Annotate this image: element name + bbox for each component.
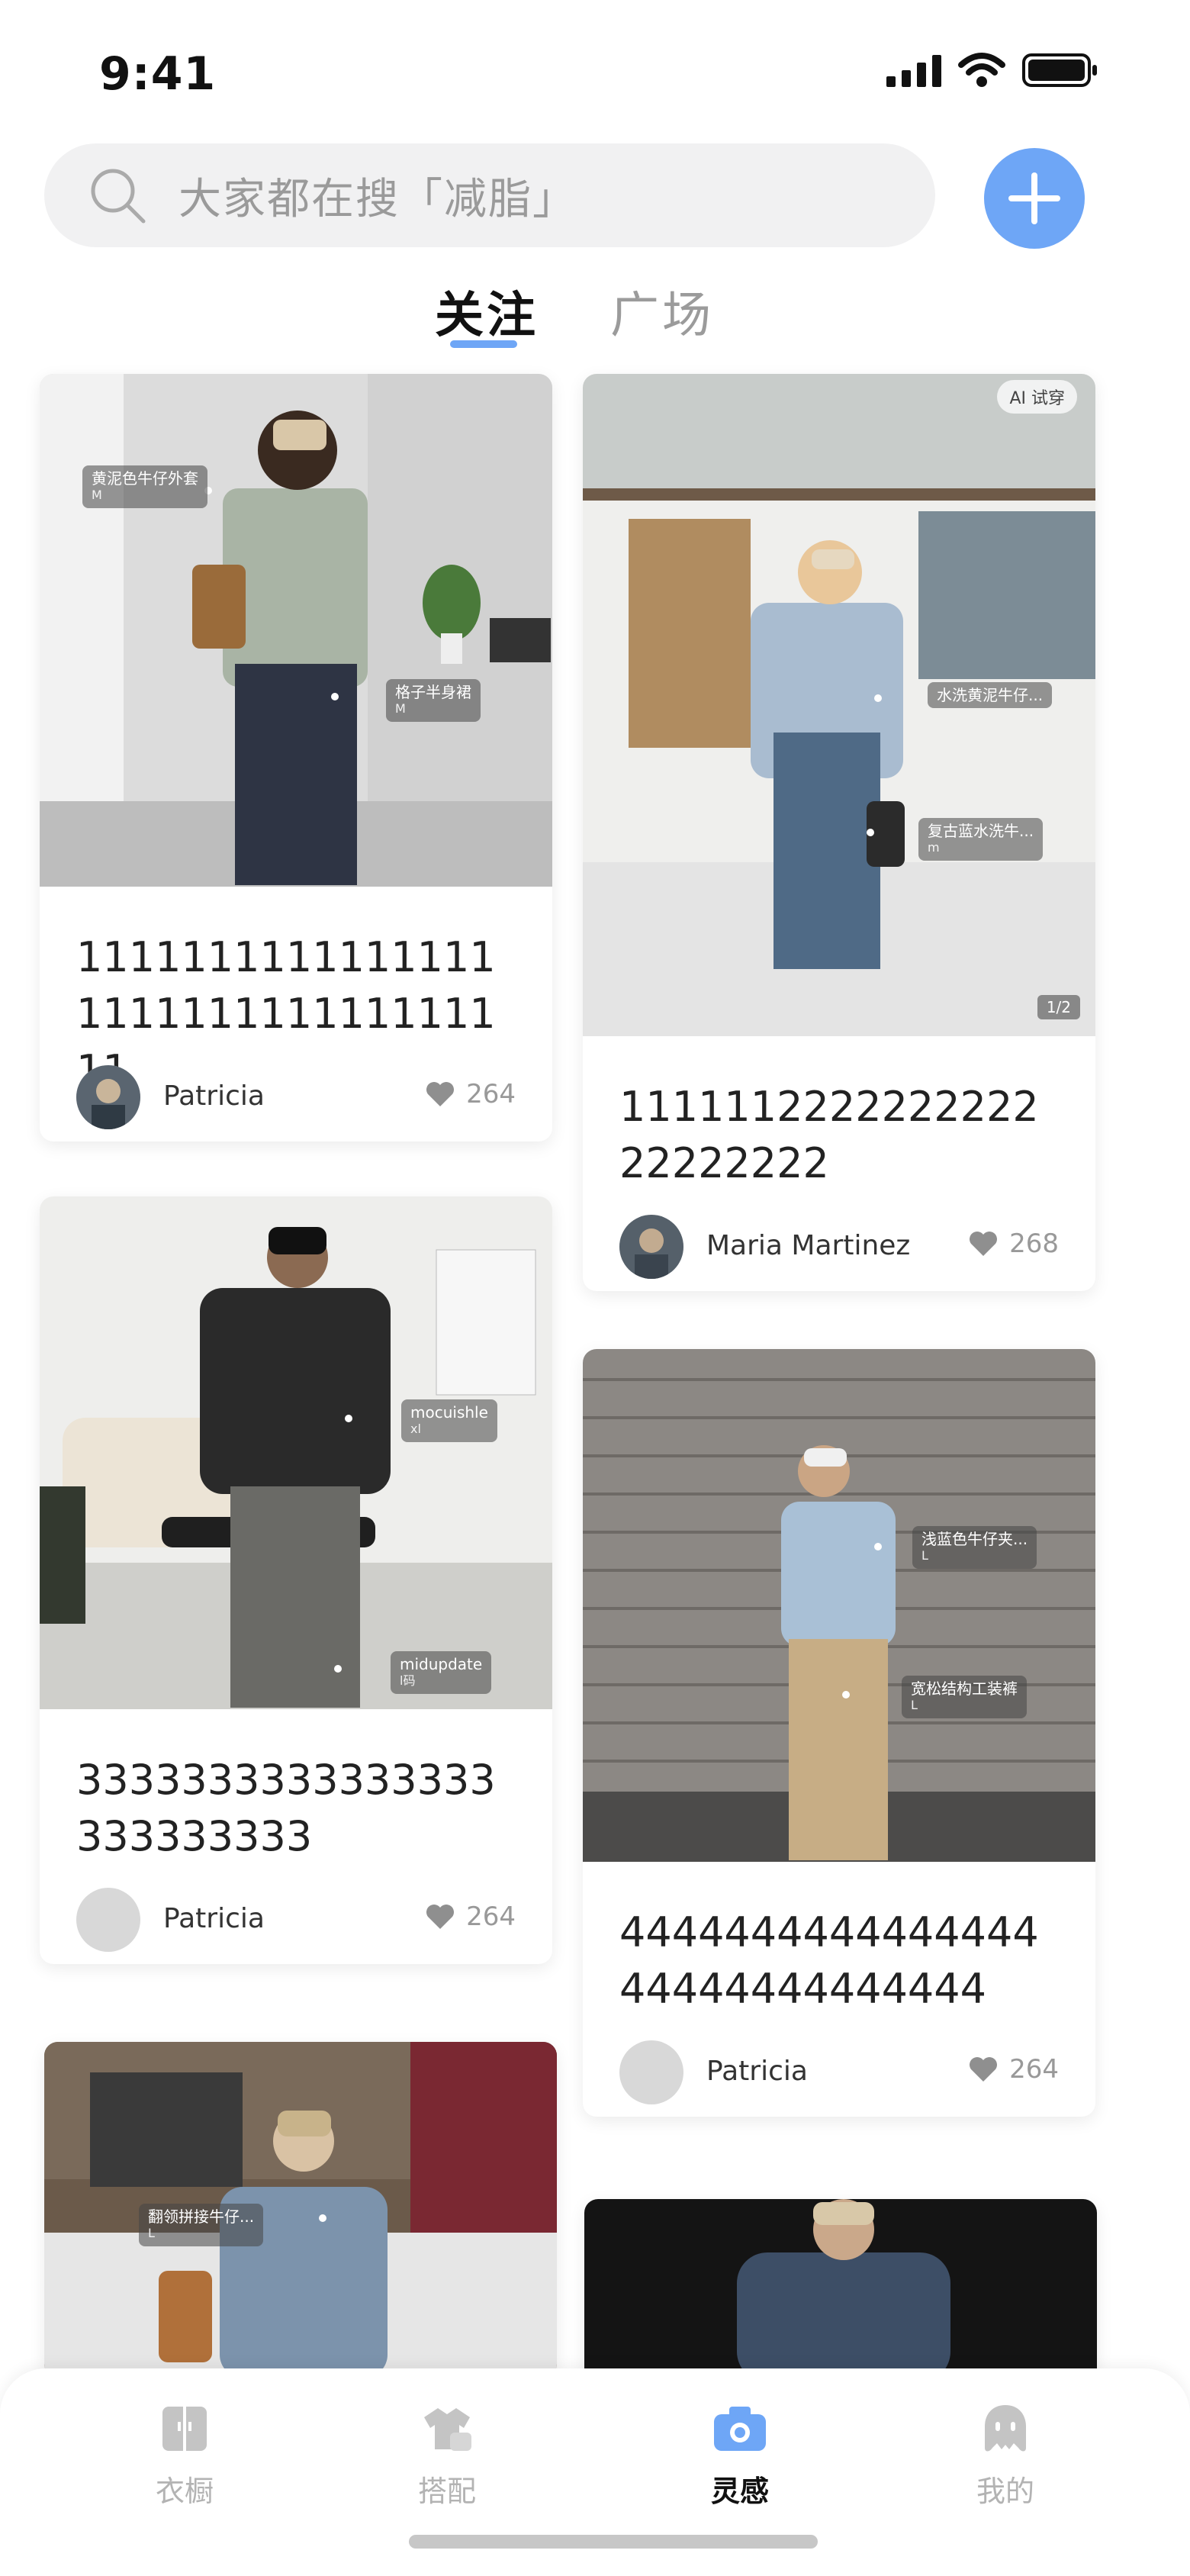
status-icons	[886, 52, 1098, 89]
post-image[interactable]: 翻领拼接牛仔... L	[44, 2042, 557, 2378]
tab-square[interactable]: 广场	[610, 276, 714, 346]
post-image[interactable]	[584, 2199, 1097, 2382]
product-tag[interactable]: 宽松结构工装裤 L	[902, 1676, 1027, 1718]
nav-item-profile[interactable]: 我的	[929, 2402, 1082, 2510]
tab-underline	[450, 340, 517, 348]
avatar[interactable]	[619, 2040, 683, 2104]
product-tag[interactable]: 浅蓝色牛仔夹... L	[912, 1526, 1037, 1569]
post-card[interactable]: 浅蓝色牛仔夹... L 宽松结构工装裤 L 44444444444444444444…	[583, 1349, 1095, 2117]
post-image[interactable]: 浅蓝色牛仔夹... L 宽松结构工装裤 L	[583, 1349, 1095, 1862]
tab-follow[interactable]: 关注	[435, 276, 539, 346]
post-title: 444444444444444444444444444444	[619, 1908, 1039, 2013]
nav-item-outfit[interactable]: 搭配	[371, 2402, 523, 2510]
product-tag[interactable]: 复古蓝水洗牛... m	[918, 818, 1044, 861]
author-name[interactable]: Patricia	[163, 1903, 265, 1934]
product-tag[interactable]: 黄泥色牛仔外套 M	[82, 465, 207, 508]
outfit-photo	[40, 374, 552, 887]
avatar[interactable]	[76, 1888, 140, 1952]
product-tag[interactable]: 水洗黄泥牛仔...	[928, 682, 1053, 708]
heart-icon	[426, 1905, 455, 1929]
heart-icon	[426, 1082, 455, 1106]
plus-icon	[1008, 172, 1060, 224]
post-image[interactable]: AI 试穿 水洗黄泥牛仔... 复古蓝水洗牛... m 1/2	[583, 374, 1095, 1036]
like-count: 268	[1009, 1228, 1059, 1259]
heart-icon	[970, 1232, 998, 1256]
avatar[interactable]	[76, 1065, 140, 1129]
post-image[interactable]: mocuishle xl midupdate l码	[40, 1196, 552, 1709]
post-image[interactable]: 黄泥色牛仔外套 M 格子半身裙 M	[40, 374, 552, 887]
post-card[interactable]: mocuishle xl midupdate l码 3333333333333333…	[40, 1196, 552, 1964]
like-count: 264	[1009, 2054, 1059, 2085]
post-title: 111111222222222222222222	[619, 1083, 1039, 1187]
signal-icon	[886, 55, 941, 87]
wifi-icon	[958, 53, 1005, 87]
home-indicator	[409, 2535, 818, 2549]
product-tag[interactable]: 翻领拼接牛仔... L	[139, 2204, 264, 2246]
heart-icon	[970, 2057, 998, 2082]
author-name[interactable]: Maria Martinez	[706, 1230, 910, 1261]
post-card[interactable]: AI 试穿 水洗黄泥牛仔... 复古蓝水洗牛... m 1/2 111111222…	[583, 374, 1095, 1291]
outfit-photo	[584, 2199, 1097, 2382]
like-count: 264	[466, 1901, 516, 1932]
outfit-icon	[424, 2408, 471, 2451]
like-count: 264	[466, 1079, 516, 1109]
post-card[interactable]: 翻领拼接牛仔... L	[44, 2042, 557, 2378]
nav-item-wardrobe[interactable]: 衣橱	[108, 2402, 261, 2510]
outfit-photo	[583, 1349, 1095, 1862]
product-tag[interactable]: mocuishle xl	[401, 1399, 497, 1442]
profile-icon	[985, 2405, 1026, 2452]
add-button[interactable]	[984, 148, 1085, 249]
post-title: 3333333333333333333333333	[76, 1756, 496, 1860]
post-title: 1111111111111111111111111111111111	[76, 933, 496, 1094]
camera-icon	[714, 2407, 766, 2451]
nav-item-inspiration[interactable]: 灵感	[664, 2402, 816, 2510]
author-name[interactable]: Patricia	[706, 2056, 808, 2087]
like-button[interactable]: 264	[425, 1079, 516, 1109]
product-tag[interactable]: midupdate l码	[391, 1651, 492, 1694]
like-button[interactable]: 268	[968, 1228, 1059, 1259]
outfit-photo	[44, 2042, 557, 2378]
battery-icon	[1022, 53, 1097, 87]
status-time: 9:41	[99, 47, 217, 101]
search-bar[interactable]: 大家都在搜「减脂」	[44, 143, 935, 247]
search-placeholder: 大家都在搜「减脂」	[178, 174, 577, 224]
page-indicator: 1/2	[1037, 995, 1080, 1019]
post-card[interactable]: 黄泥色牛仔外套 M 格子半身裙 M 111111111111111111111111…	[40, 374, 552, 1141]
avatar[interactable]	[619, 1215, 683, 1279]
outfit-photo	[40, 1196, 552, 1709]
like-button[interactable]: 264	[968, 2054, 1059, 2085]
like-button[interactable]: 264	[425, 1901, 516, 1932]
search-icon	[91, 169, 146, 224]
post-card[interactable]	[584, 2199, 1097, 2382]
product-tag[interactable]: 格子半身裙 M	[386, 679, 481, 722]
wardrobe-icon	[162, 2407, 207, 2451]
author-name[interactable]: Patricia	[163, 1080, 265, 1112]
ai-tryon-badge[interactable]: AI 试穿	[997, 380, 1077, 414]
